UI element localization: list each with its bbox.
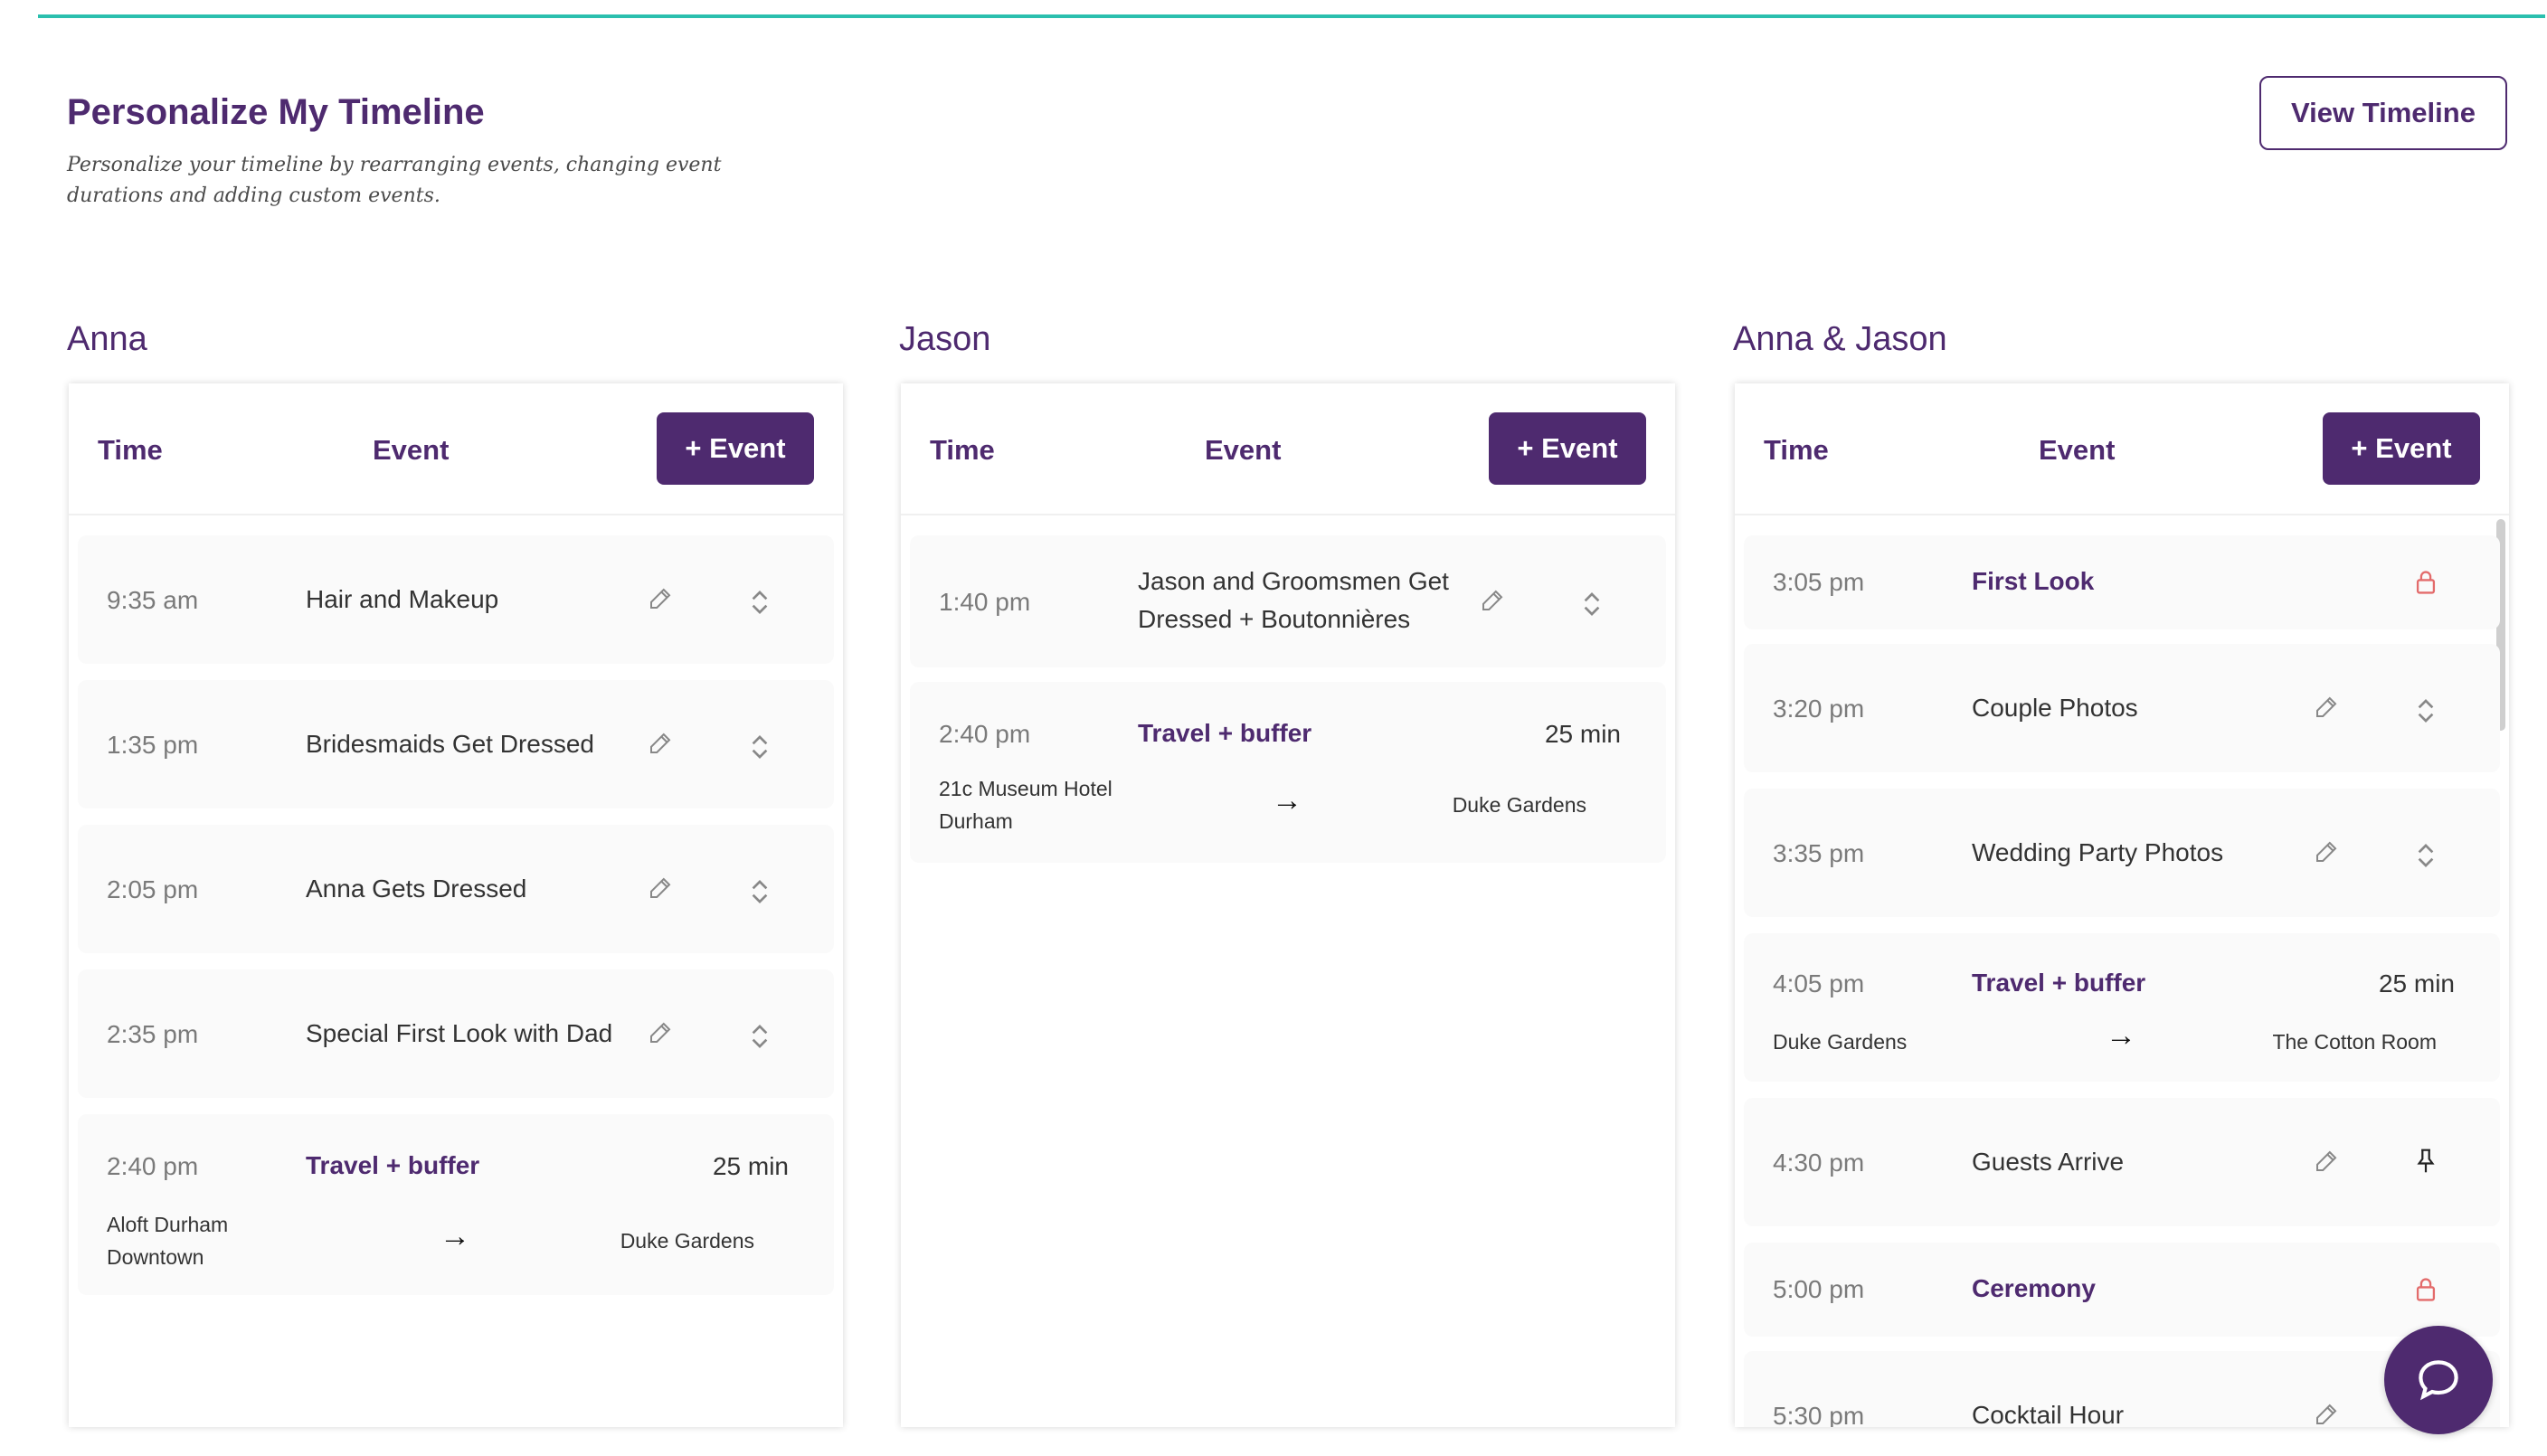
add-event-button[interactable]: + Event — [1489, 412, 1646, 485]
row-time: 3:05 pm — [1773, 568, 1865, 596]
row-duration[interactable]: 25 min — [2379, 969, 2455, 998]
row-event: Anna Gets Dressed — [306, 875, 527, 903]
timeline-row[interactable]: 4:30 pm Guests Arrive — [1744, 1098, 2500, 1226]
pencil-icon[interactable] — [644, 1016, 677, 1049]
travel-row[interactable]: 4:05 pm Travel + buffer 25 min Duke Gard… — [1744, 933, 2500, 1082]
chevron-up-down-icon[interactable] — [1576, 588, 1608, 620]
row-time: 4:05 pm — [1773, 969, 1865, 997]
add-event-button[interactable]: + Event — [2323, 412, 2480, 485]
add-event-button[interactable]: + Event — [657, 412, 814, 485]
view-timeline-button[interactable]: View Timeline — [2259, 76, 2507, 150]
pencil-icon[interactable] — [2310, 691, 2343, 723]
panel-header: Time Event + Event — [901, 383, 1675, 515]
row-time: 4:30 pm — [1773, 1149, 1865, 1177]
header-time: Time — [98, 434, 163, 466]
row-time: 2:35 pm — [107, 1020, 199, 1048]
chevron-up-down-icon[interactable] — [743, 875, 776, 908]
row-event: Cocktail Hour — [1972, 1401, 2125, 1427]
column-title-jason: Jason — [899, 320, 991, 358]
column-title-anna-and-jason: Anna & Jason — [1733, 320, 1947, 358]
pencil-icon[interactable] — [644, 872, 677, 904]
pencil-icon[interactable] — [2310, 1398, 2343, 1427]
travel-row[interactable]: 2:40 pm Travel + buffer 25 min 21c Museu… — [910, 682, 1666, 863]
lock-icon — [2410, 566, 2442, 599]
timeline-panel-jason: Time Event + Event 1:40 pm Jason and Gro… — [901, 383, 1675, 1427]
header-event: Event — [2039, 434, 2116, 466]
travel-to: Duke Gardens — [620, 1229, 754, 1253]
chevron-up-down-icon[interactable] — [2410, 839, 2442, 872]
row-event: Travel + buffer — [306, 1151, 480, 1179]
timeline-row[interactable]: 9:35 am Hair and Makeup — [78, 535, 834, 664]
timeline-row[interactable]: 2:05 pm Anna Gets Dressed — [78, 825, 834, 953]
header-event: Event — [1205, 434, 1282, 466]
travel-from: Aloft Durham Downtown — [107, 1213, 229, 1269]
panel-header: Time Event + Event — [69, 383, 843, 515]
travel-row[interactable]: 2:40 pm Travel + buffer 25 min Aloft Dur… — [78, 1114, 834, 1295]
header-time: Time — [1764, 434, 1829, 466]
timeline-panel-anna-and-jason: Time Event + Event 3:05 pm First Look 3:… — [1735, 383, 2509, 1427]
row-event: Jason and Groomsmen Get Dressed + Bouton… — [1138, 567, 1449, 633]
timeline-row[interactable]: 2:35 pm Special First Look with Dad — [78, 969, 834, 1098]
row-time: 1:40 pm — [939, 588, 1031, 616]
pencil-icon[interactable] — [2310, 1145, 2343, 1177]
row-event: Wedding Party Photos — [1972, 838, 2224, 866]
row-time: 3:20 pm — [1773, 695, 1865, 723]
row-time: 5:00 pm — [1773, 1275, 1865, 1303]
travel-from: Duke Gardens — [1773, 1030, 1908, 1054]
row-event: Travel + buffer — [1138, 719, 1312, 747]
pin-icon[interactable] — [2410, 1145, 2442, 1177]
timeline-row[interactable]: 1:35 pm Bridesmaids Get Dressed — [78, 680, 834, 808]
panel-header: Time Event + Event — [1735, 383, 2509, 515]
timeline-row[interactable]: 5:00 pm Ceremony — [1744, 1243, 2500, 1337]
row-event: Travel + buffer — [1972, 969, 2146, 997]
row-event: Ceremony — [1972, 1274, 2096, 1302]
arrow-right-icon: → — [440, 1219, 470, 1253]
row-event: First Look — [1972, 567, 2095, 595]
header-time: Time — [930, 434, 995, 466]
row-time: 5:30 pm — [1773, 1402, 1865, 1427]
pencil-icon[interactable] — [1476, 584, 1509, 617]
pencil-icon[interactable] — [644, 582, 677, 615]
chevron-up-down-icon[interactable] — [743, 1020, 776, 1053]
chat-bubble-icon[interactable] — [2384, 1326, 2493, 1434]
row-time: 3:35 pm — [1773, 839, 1865, 867]
row-time: 2:40 pm — [107, 1152, 199, 1180]
chevron-up-down-icon[interactable] — [743, 731, 776, 763]
row-event: Special First Look with Dad — [306, 1019, 613, 1047]
timeline-row[interactable]: 3:20 pm Couple Photos — [1744, 644, 2500, 772]
timeline-panel-anna: Time Event + Event 9:35 am Hair and Make… — [69, 383, 843, 1427]
row-event: Couple Photos — [1972, 694, 2138, 722]
timeline-row[interactable]: 3:05 pm First Look — [1744, 535, 2500, 629]
timeline-row[interactable]: 3:35 pm Wedding Party Photos — [1744, 789, 2500, 917]
row-time: 2:40 pm — [939, 720, 1031, 748]
row-event: Guests Arrive — [1972, 1148, 2125, 1176]
chevron-up-down-icon[interactable] — [743, 586, 776, 619]
row-time: 2:05 pm — [107, 875, 199, 903]
column-title-anna: Anna — [67, 320, 147, 358]
travel-to: The Cotton Room — [2272, 1030, 2437, 1054]
timeline-row[interactable]: 1:40 pm Jason and Groomsmen Get Dressed … — [910, 535, 1666, 667]
row-event: Bridesmaids Get Dressed — [306, 730, 595, 758]
row-duration[interactable]: 25 min — [713, 1152, 789, 1181]
pencil-icon[interactable] — [644, 727, 677, 760]
row-event: Hair and Makeup — [306, 585, 499, 613]
chevron-up-down-icon[interactable] — [2410, 695, 2442, 727]
header-event: Event — [373, 434, 450, 466]
arrow-right-icon: → — [2106, 1018, 2136, 1053]
arrow-right-icon: → — [1272, 783, 1302, 818]
row-duration[interactable]: 25 min — [1545, 720, 1621, 749]
travel-to: Duke Gardens — [1452, 793, 1586, 817]
top-accent-line — [38, 14, 2545, 18]
travel-from: 21c Museum Hotel Durham — [939, 777, 1113, 833]
page-subtitle: Personalize your timeline by rearranging… — [67, 154, 722, 207]
row-time: 9:35 am — [107, 586, 199, 614]
page-title: Personalize My Timeline — [67, 92, 485, 132]
row-time: 1:35 pm — [107, 731, 199, 759]
pencil-icon[interactable] — [2310, 836, 2343, 868]
lock-icon — [2410, 1273, 2442, 1306]
